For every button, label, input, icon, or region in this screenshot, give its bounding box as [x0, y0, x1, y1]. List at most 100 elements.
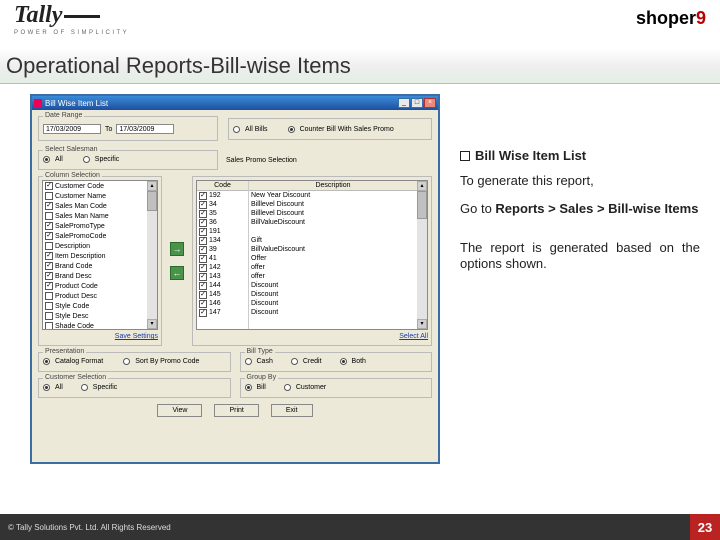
scroll-down-icon[interactable]: ▾: [147, 319, 157, 329]
checkbox-icon[interactable]: [45, 282, 53, 290]
column-item[interactable]: Sales Man Code: [43, 201, 147, 211]
checkbox-icon[interactable]: [45, 192, 53, 200]
checkbox-icon[interactable]: [199, 246, 207, 254]
column-item[interactable]: Customer Name: [43, 191, 147, 201]
promo-row[interactable]: 145: [197, 290, 248, 299]
all-bills-radio[interactable]: [233, 126, 240, 133]
column-item[interactable]: Item Description: [43, 251, 147, 261]
promo-row[interactable]: 142: [197, 263, 248, 272]
promo-row[interactable]: 36: [197, 218, 248, 227]
promo-row[interactable]: 35: [197, 209, 248, 218]
checkbox-icon[interactable]: [199, 201, 207, 209]
checkbox-icon[interactable]: [45, 202, 53, 210]
column-item[interactable]: Product Code: [43, 281, 147, 291]
group-customer-radio[interactable]: [284, 384, 291, 391]
close-icon[interactable]: ×: [424, 98, 436, 108]
promo-desc-row: BillValueDiscount: [249, 245, 417, 254]
view-button[interactable]: View: [157, 404, 202, 417]
all-bills-label: All Bills: [245, 126, 268, 133]
checkbox-icon[interactable]: [45, 242, 53, 250]
scroll-down-icon[interactable]: ▾: [417, 319, 427, 329]
column-item[interactable]: Description: [43, 241, 147, 251]
checkbox-icon[interactable]: [45, 232, 53, 240]
column-item[interactable]: Customer Code: [43, 181, 147, 191]
checkbox-icon[interactable]: [45, 252, 53, 260]
scroll-up-icon[interactable]: ▴: [147, 181, 157, 191]
checkbox-icon[interactable]: [45, 312, 53, 320]
checkbox-icon[interactable]: [45, 292, 53, 300]
checkbox-icon[interactable]: [199, 291, 207, 299]
checkbox-icon[interactable]: [45, 302, 53, 310]
maximize-icon[interactable]: □: [411, 98, 423, 108]
scrollbar[interactable]: ▴ ▾: [417, 181, 427, 329]
salesman-specific-radio[interactable]: [83, 156, 90, 163]
promo-row[interactable]: 134: [197, 236, 248, 245]
checkbox-icon[interactable]: [45, 212, 53, 220]
promo-desc-row: Discount: [249, 299, 417, 308]
checkbox-icon[interactable]: [199, 228, 207, 236]
checkbox-icon[interactable]: [199, 300, 207, 308]
promo-row[interactable]: 144: [197, 281, 248, 290]
column-item[interactable]: Product Desc: [43, 291, 147, 301]
move-left-icon[interactable]: ←: [170, 266, 184, 280]
checkbox-icon[interactable]: [45, 182, 53, 190]
exit-button[interactable]: Exit: [271, 404, 313, 417]
checkbox-icon[interactable]: [45, 272, 53, 280]
checkbox-icon[interactable]: [199, 192, 207, 200]
column-item[interactable]: Shade Code: [43, 321, 147, 330]
promo-row[interactable]: 191: [197, 227, 248, 236]
catalog-radio[interactable]: [43, 358, 50, 365]
counter-bills-radio[interactable]: [288, 126, 295, 133]
column-item-label: Customer Name: [55, 193, 106, 200]
column-item[interactable]: SalePromoType: [43, 221, 147, 231]
promo-row[interactable]: 146: [197, 299, 248, 308]
checkbox-icon[interactable]: [199, 282, 207, 290]
column-selection-label: Column Selection: [43, 172, 102, 179]
checkbox-icon[interactable]: [199, 219, 207, 227]
sort-radio[interactable]: [123, 358, 130, 365]
column-item[interactable]: SalePromoCode: [43, 231, 147, 241]
column-listbox[interactable]: Customer Code Customer NameSales Man Code…: [42, 180, 158, 330]
checkbox-icon[interactable]: [199, 273, 207, 281]
cust-specific-radio[interactable]: [81, 384, 88, 391]
promo-row[interactable]: 39: [197, 245, 248, 254]
group-bill-radio[interactable]: [245, 384, 252, 391]
promo-row[interactable]: 34: [197, 200, 248, 209]
promo-row[interactable]: 147: [197, 308, 248, 317]
both-radio[interactable]: [340, 358, 347, 365]
checkbox-icon[interactable]: [45, 322, 53, 330]
print-button[interactable]: Print: [214, 404, 258, 417]
column-item[interactable]: Style Desc: [43, 311, 147, 321]
checkbox-icon[interactable]: [199, 309, 207, 317]
scrollbar[interactable]: ▴ ▾: [147, 181, 157, 329]
checkbox-icon[interactable]: [45, 222, 53, 230]
credit-radio[interactable]: [291, 358, 298, 365]
promo-row[interactable]: 41: [197, 254, 248, 263]
checkbox-icon[interactable]: [199, 255, 207, 263]
move-right-icon[interactable]: →: [170, 242, 184, 256]
minimize-icon[interactable]: _: [398, 98, 410, 108]
cash-radio[interactable]: [245, 358, 252, 365]
date-from-field[interactable]: 17/03/2009: [43, 124, 101, 134]
column-item[interactable]: Sales Man Name: [43, 211, 147, 221]
checkbox-icon[interactable]: [199, 264, 207, 272]
column-item[interactable]: Style Code: [43, 301, 147, 311]
checkbox-icon[interactable]: [45, 262, 53, 270]
bullet-icon: [460, 151, 470, 161]
checkbox-icon[interactable]: [199, 237, 207, 245]
save-settings-link[interactable]: Save Settings: [115, 333, 158, 340]
column-item[interactable]: Brand Code: [43, 261, 147, 271]
promo-desc-row: Discount: [249, 308, 417, 317]
promo-row[interactable]: 192: [197, 191, 248, 200]
promo-code: 143: [209, 272, 221, 281]
column-item[interactable]: Brand Desc: [43, 271, 147, 281]
checkbox-icon[interactable]: [199, 210, 207, 218]
cust-all-radio[interactable]: [43, 384, 50, 391]
promo-row[interactable]: 143: [197, 272, 248, 281]
screenshot-window: Bill Wise Item List _ □ × Date Range 17/…: [30, 94, 440, 464]
promo-desc-row: Gift: [249, 236, 417, 245]
scroll-up-icon[interactable]: ▴: [417, 181, 427, 191]
salesman-all-radio[interactable]: [43, 156, 50, 163]
date-to-field[interactable]: 17/03/2009: [116, 124, 174, 134]
select-all-link[interactable]: Select All: [399, 333, 428, 340]
